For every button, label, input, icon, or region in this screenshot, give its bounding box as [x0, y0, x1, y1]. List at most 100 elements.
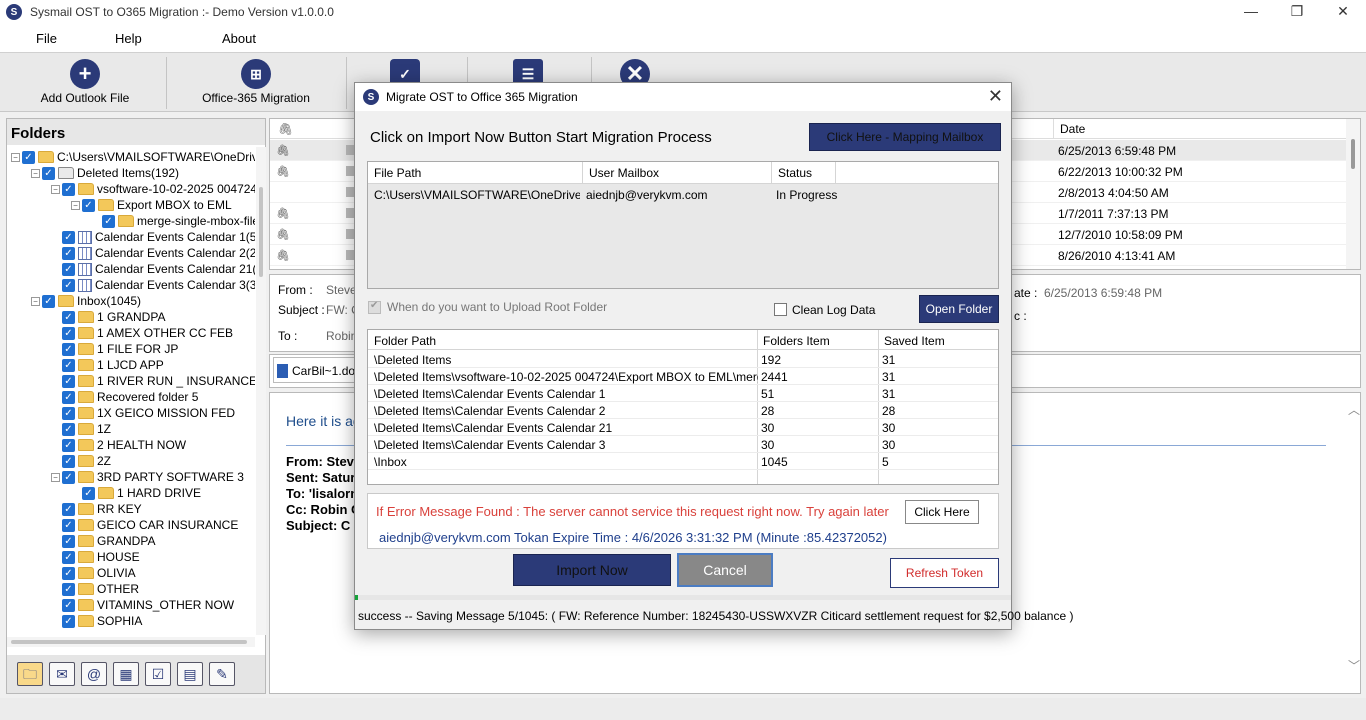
folder-tree-item[interactable]: ✓ HOUSE — [51, 549, 140, 565]
folder-checkbox[interactable]: ✓ — [62, 614, 75, 628]
folder-checkbox[interactable]: ✓ — [62, 502, 75, 516]
office365-migration-button[interactable]: ⊞ Office-365 Migration — [196, 53, 316, 113]
folder-tree-item[interactable]: − ✓ Inbox(1045) — [31, 293, 141, 309]
folder-progress-row[interactable]: \Deleted Items 192 31 — [368, 351, 998, 368]
journal-icon[interactable]: ▤ — [177, 662, 203, 686]
folder-checkbox[interactable]: ✓ — [62, 278, 75, 292]
folder-checkbox[interactable]: ✓ — [82, 198, 95, 212]
folder-tree-item[interactable]: − ✓ Deleted Items(192) — [31, 165, 179, 181]
folder-checkbox[interactable]: ✓ — [42, 294, 55, 308]
tasks-icon[interactable]: ☑ — [145, 662, 171, 686]
folder-checkbox[interactable]: ✓ — [82, 486, 95, 500]
folder-checkbox[interactable]: ✓ — [62, 438, 75, 452]
folder-tree-item[interactable]: ✓ GRANDPA — [51, 533, 155, 549]
folder-checkbox[interactable]: ✓ — [62, 566, 75, 580]
folder-tree-vscroll[interactable] — [256, 147, 266, 635]
add-outlook-file-button[interactable]: + Add Outlook File — [30, 53, 140, 113]
folder-checkbox[interactable]: ✓ — [102, 214, 115, 228]
folder-checkbox[interactable]: ✓ — [62, 342, 75, 356]
folder-checkbox[interactable]: ✓ — [62, 326, 75, 340]
collapse-toggle-icon[interactable]: − — [11, 152, 20, 162]
folder-tree-item[interactable]: ✓ 1 RIVER RUN _ INSURANCE — [51, 373, 255, 389]
folder-checkbox[interactable]: ✓ — [62, 182, 75, 196]
menu-file[interactable]: File — [36, 31, 57, 46]
folder-progress-row[interactable]: \Deleted Items\vsoftware-10-02-2025 0047… — [368, 368, 998, 385]
folder-tree-item[interactable]: ✓ 1Z — [51, 421, 111, 437]
folder-tree-hscroll[interactable] — [7, 637, 255, 647]
maximize-button[interactable]: ❐ — [1274, 0, 1320, 24]
collapse-toggle-icon[interactable]: − — [71, 200, 80, 210]
refresh-token-button[interactable]: Refresh Token — [890, 558, 999, 588]
folder-checkbox[interactable]: ✓ — [62, 262, 75, 276]
folder-checkbox[interactable]: ✓ — [62, 358, 75, 372]
upload-root-checkbox[interactable] — [368, 300, 381, 314]
folder-checkbox[interactable]: ✓ — [62, 422, 75, 436]
folder-tree-item[interactable]: ✓ RR KEY — [51, 501, 142, 517]
folder-tree-item[interactable]: ✓ 1X GEICO MISSION FED — [51, 405, 235, 421]
collapse-toggle-icon[interactable]: − — [31, 296, 40, 306]
folder-icon[interactable]: 🗀 — [17, 662, 43, 686]
folder-checkbox[interactable]: ✓ — [62, 230, 75, 244]
folder-tree-item[interactable]: ✓ Calendar Events Calendar 3(30 — [51, 277, 255, 293]
folder-checkbox[interactable]: ✓ — [62, 582, 75, 596]
contacts-icon[interactable]: @ — [81, 662, 107, 686]
folder-tree-item[interactable]: − ✓ 3RD PARTY SOFTWARE 3 — [51, 469, 244, 485]
folder-checkbox[interactable]: ✓ — [62, 598, 75, 612]
dialog-close-button[interactable]: ✕ — [988, 86, 1003, 106]
folder-tree-item[interactable]: ✓ Calendar Events Calendar 21(3 — [51, 261, 255, 277]
folder-progress-row[interactable]: \Deleted Items\Calendar Events Calendar … — [368, 419, 998, 436]
folder-tree-item[interactable]: ✓ Recovered folder 5 — [51, 389, 198, 405]
collapse-toggle-icon[interactable]: − — [31, 168, 40, 178]
click-here-button[interactable]: Click Here — [905, 500, 979, 524]
folder-tree-item[interactable]: ✓ OLIVIA — [51, 565, 136, 581]
import-now-button[interactable]: Import Now — [513, 554, 671, 586]
folder-progress-row[interactable]: \Deleted Items\Calendar Events Calendar … — [368, 402, 998, 419]
folder-checkbox[interactable]: ✓ — [42, 166, 55, 180]
preview-vscroll[interactable]: ︿ ﹀ — [1344, 393, 1360, 693]
minimize-button[interactable]: — — [1228, 0, 1274, 24]
folder-checkbox[interactable]: ✓ — [62, 470, 75, 484]
folder-checkbox[interactable]: ✓ — [62, 534, 75, 548]
folder-checkbox[interactable]: ✓ — [62, 518, 75, 532]
calendar-icon[interactable]: ▦ — [113, 662, 139, 686]
folder-tree-item[interactable]: ✓ OTHER — [51, 581, 139, 597]
folder-checkbox[interactable]: ✓ — [62, 246, 75, 260]
folder-tree-item[interactable]: ✓ 2 HEALTH NOW — [51, 437, 186, 453]
folder-tree-item[interactable]: ✓ GEICO CAR INSURANCE — [51, 517, 238, 533]
attachment-item[interactable]: CarBil~1.doc — [273, 357, 361, 383]
folder-tree-item[interactable]: ✓ 1 AMEX OTHER CC FEB — [51, 325, 233, 341]
mail-list-vscroll[interactable] — [1346, 119, 1360, 269]
collapse-toggle-icon[interactable]: − — [51, 184, 60, 194]
notes-icon[interactable]: ✎ — [209, 662, 235, 686]
open-folder-button[interactable]: Open Folder — [919, 295, 999, 323]
collapse-toggle-icon[interactable]: − — [51, 472, 60, 482]
menu-help[interactable]: Help — [115, 31, 142, 46]
folder-tree-item[interactable]: ✓ Calendar Events Calendar 1(51 — [51, 229, 255, 245]
folder-tree-item[interactable]: ✓ 2Z — [51, 453, 111, 469]
folder-checkbox[interactable]: ✓ — [62, 310, 75, 324]
folder-tree-item[interactable]: ✓ Calendar Events Calendar 2(28 — [51, 245, 255, 261]
folder-progress-row[interactable]: \Inbox 1045 5 — [368, 453, 998, 470]
folder-checkbox[interactable]: ✓ — [62, 390, 75, 404]
date-column-header[interactable]: Date — [1060, 122, 1085, 136]
mail-icon[interactable]: ✉ — [49, 662, 75, 686]
folder-checkbox[interactable]: ✓ — [22, 150, 35, 164]
folder-tree-item[interactable]: − ✓ vsoftware-10-02-2025 004724 — [51, 181, 255, 197]
folder-tree-item[interactable]: − ✓ C:\Users\VMAILSOFTWARE\OneDriv — [11, 149, 255, 165]
folder-tree-item[interactable]: ✓ VITAMINS_OTHER NOW — [51, 597, 234, 613]
folder-tree-item[interactable]: ✓ 1 FILE FOR JP — [51, 341, 178, 357]
mapping-mailbox-button[interactable]: Click Here - Mapping Mailbox — [809, 123, 1001, 151]
mailbox-row[interactable]: C:\Users\VMAILSOFTWARE\OneDrive\... aied… — [368, 184, 998, 206]
folder-tree-item[interactable]: ✓ 1 GRANDPA — [51, 309, 165, 325]
folder-progress-row[interactable]: \Deleted Items\Calendar Events Calendar … — [368, 436, 998, 453]
folder-tree-item[interactable]: ✓ merge-single-mbox-file.r — [91, 213, 255, 229]
chevron-down-icon[interactable]: ﹀ — [1348, 657, 1360, 674]
folder-checkbox[interactable]: ✓ — [62, 406, 75, 420]
cancel-button[interactable]: Cancel — [677, 553, 773, 587]
folder-checkbox[interactable]: ✓ — [62, 374, 75, 388]
folder-tree-item[interactable]: − ✓ Export MBOX to EML — [71, 197, 232, 213]
clean-log-checkbox[interactable] — [774, 303, 787, 316]
folder-tree-item[interactable]: ✓ SOPHIA — [51, 613, 142, 629]
folder-tree-item[interactable]: ✓ 1 HARD DRIVE — [71, 485, 201, 501]
chevron-up-icon[interactable]: ︿ — [1348, 401, 1360, 418]
